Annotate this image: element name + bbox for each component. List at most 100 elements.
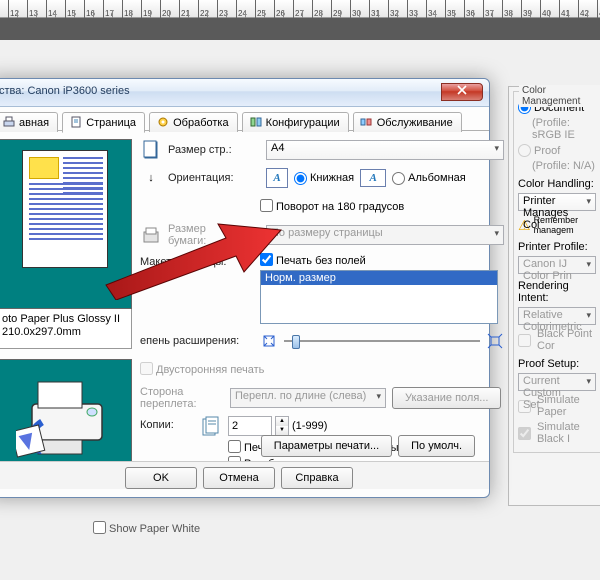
portrait-icon: A bbox=[266, 168, 288, 188]
ruler-minor-tick bbox=[492, 10, 493, 18]
ruler-minor-tick bbox=[93, 10, 94, 18]
duplex-checkbox: Двусторонняя печать bbox=[140, 362, 264, 376]
ruler-minor-tick bbox=[416, 10, 417, 18]
ruler-minor-tick bbox=[207, 10, 208, 18]
ruler-minor-tick bbox=[169, 10, 170, 18]
horizontal-ruler: 1213141516171819202122232425262728293031… bbox=[0, 0, 600, 18]
binding-side-select: Перепл. по длине (слева) bbox=[230, 388, 386, 408]
orientation-arrow-icon: ↓ bbox=[140, 167, 162, 189]
dialog-title: ства: Canon iP3600 series bbox=[0, 85, 130, 97]
ruler-minor-tick bbox=[435, 10, 436, 18]
cm-printer-profile-select: Canon IJ Color Prin bbox=[518, 256, 596, 274]
page-icon bbox=[69, 116, 83, 128]
paper-size-label: Размер бумаги: bbox=[168, 223, 260, 247]
close-button[interactable] bbox=[441, 83, 483, 101]
ruler-minor-tick bbox=[55, 10, 56, 18]
paper-size-icon bbox=[140, 224, 162, 246]
show-paper-white-checkbox[interactable]: Show Paper White bbox=[93, 521, 200, 535]
cm-proof-setup-select: Current Custom Set bbox=[518, 373, 596, 391]
binding-side-label: Сторона переплета: bbox=[140, 386, 224, 410]
color-management-panel: Color Management Document (Profile: sRGB… bbox=[508, 86, 600, 506]
tab-service[interactable]: Обслуживание bbox=[353, 112, 462, 132]
ruler-minor-tick bbox=[321, 10, 322, 18]
extent-min-icon bbox=[260, 332, 278, 350]
landscape-icon: A bbox=[360, 169, 386, 187]
dialog-titlebar[interactable]: ства: Canon iP3600 series bbox=[0, 79, 489, 107]
page-size-label: Размер стр.: bbox=[168, 144, 260, 156]
ruler-minor-tick bbox=[473, 10, 474, 18]
paper-info: oto Paper Plus Glossy II 210.0x297.0mm bbox=[0, 309, 132, 349]
layout-listbox[interactable]: Норм. размер bbox=[260, 270, 498, 324]
ruler-minor-tick bbox=[112, 10, 113, 18]
cm-handling-select[interactable]: Printer Manages Col bbox=[518, 193, 596, 211]
layout-selected-item[interactable]: Норм. размер bbox=[261, 271, 497, 285]
copies-label: Копии: bbox=[140, 416, 194, 431]
orientation-label: Ориентация: bbox=[168, 172, 260, 184]
page-size-select[interactable]: A4 bbox=[266, 140, 504, 160]
paper-size-select: По размеру страницы bbox=[266, 225, 504, 245]
extent-max-icon bbox=[486, 332, 504, 350]
extension-slider[interactable] bbox=[284, 332, 480, 350]
ruler-minor-tick bbox=[283, 10, 284, 18]
ruler-minor-tick bbox=[264, 10, 265, 18]
tab-config[interactable]: Конфигурации bbox=[242, 112, 349, 132]
margin-button: Указание поля... bbox=[392, 387, 501, 409]
cm-handling-label: Color Handling: bbox=[518, 178, 596, 190]
ruler-minor-tick bbox=[188, 10, 189, 18]
copies-range: (1-999) bbox=[292, 420, 327, 432]
ruler-minor-tick bbox=[226, 10, 227, 18]
wrench-icon bbox=[360, 116, 374, 128]
cm-intent-select: Relative Colorimetric bbox=[518, 307, 596, 325]
ruler-minor-tick bbox=[17, 10, 18, 18]
printer-properties-dialog: ства: Canon iP3600 series авная Страница… bbox=[0, 78, 490, 498]
ruler-minor-tick bbox=[587, 10, 588, 18]
tab-processing[interactable]: Обработка bbox=[149, 112, 237, 132]
print-options-button[interactable]: Параметры печати... bbox=[261, 435, 392, 457]
printer-preview bbox=[0, 359, 132, 469]
rotate-180-checkbox[interactable]: Поворот на 180 градусов bbox=[260, 199, 404, 213]
cm-printer-profile-label: Printer Profile: bbox=[518, 241, 596, 253]
ruler-minor-tick bbox=[150, 10, 151, 18]
page-thumbnail bbox=[22, 150, 108, 268]
ruler-minor-tick bbox=[397, 10, 398, 18]
cancel-button[interactable]: Отмена bbox=[203, 467, 275, 489]
spin-down-icon: ▼ bbox=[276, 426, 288, 435]
cm-sim-black-checkbox: Simulate Black I bbox=[518, 421, 596, 445]
ruler-minor-tick bbox=[340, 10, 341, 18]
ruler-minor-tick bbox=[131, 10, 132, 18]
borderless-checkbox[interactable]: Печать без полей bbox=[260, 255, 366, 267]
page-layout-label: Макет страницы: bbox=[140, 253, 254, 268]
copies-spinner[interactable]: ▲▼ bbox=[275, 416, 289, 436]
tab-bar: авная Страница Обработка Конфигурации Об… bbox=[0, 107, 489, 131]
ruler-minor-tick bbox=[245, 10, 246, 18]
cm-proof-radio: Proof bbox=[518, 144, 596, 157]
ruler-minor-tick bbox=[36, 10, 37, 18]
tab-main[interactable]: авная bbox=[0, 112, 58, 132]
extension-label: епень расширения: bbox=[140, 335, 254, 347]
gear-icon bbox=[156, 116, 170, 128]
page-size-icon bbox=[140, 139, 162, 161]
defaults-button[interactable]: По умолч. bbox=[398, 435, 475, 457]
ruler-minor-tick bbox=[74, 10, 75, 18]
ruler-minor-tick bbox=[359, 10, 360, 18]
config-icon bbox=[249, 116, 263, 128]
portrait-radio[interactable]: Книжная bbox=[294, 172, 354, 185]
spin-up-icon: ▲ bbox=[276, 417, 288, 426]
tab-page[interactable]: Страница bbox=[62, 112, 145, 133]
close-icon bbox=[457, 85, 467, 95]
page-preview bbox=[0, 139, 132, 309]
cm-doc-profile: (Profile: sRGB IE bbox=[518, 117, 596, 141]
help-button[interactable]: Справка bbox=[281, 467, 353, 489]
copies-icon bbox=[200, 416, 222, 438]
ruler-minor-tick bbox=[378, 10, 379, 18]
copies-input[interactable] bbox=[228, 416, 272, 436]
ruler-minor-tick bbox=[302, 10, 303, 18]
landscape-radio[interactable]: Альбомная bbox=[392, 172, 466, 185]
cm-proof-setup-label: Proof Setup: bbox=[518, 358, 596, 370]
printer-icon bbox=[2, 116, 16, 128]
ok-button[interactable]: OK bbox=[125, 467, 197, 489]
cm-intent-label: Rendering Intent: bbox=[518, 280, 596, 304]
printer-illustration-icon bbox=[16, 372, 116, 458]
cm-group-title: Color Management bbox=[519, 85, 600, 107]
ruler-minor-tick bbox=[568, 10, 569, 18]
